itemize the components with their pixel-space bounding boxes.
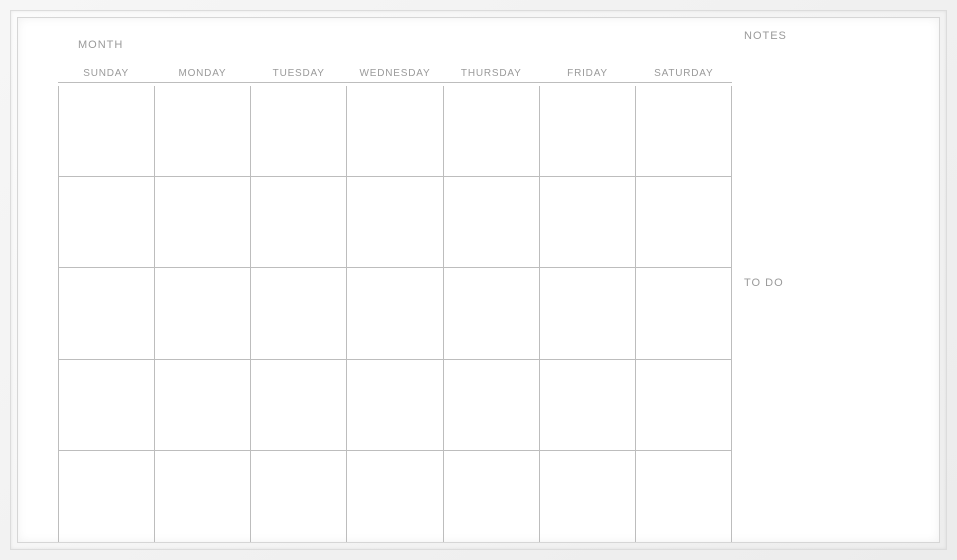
calendar-cell[interactable] [251,177,347,268]
calendar-cell[interactable] [155,86,251,177]
notes-section[interactable]: NOTES [744,30,939,271]
calendar-cell[interactable] [58,177,155,268]
calendar-cell[interactable] [444,451,540,542]
todo-section[interactable]: TO DO [744,271,939,542]
calendar-cell[interactable] [347,86,443,177]
whiteboard-frame-bevel: MONTH SUNDAY MONDAY TUESDAY WEDNESDAY TH… [10,10,947,550]
day-header-friday: FRIDAY [539,68,635,83]
calendar-cell[interactable] [155,360,251,451]
day-header-thursday: THURSDAY [443,68,539,83]
whiteboard-surface[interactable]: MONTH SUNDAY MONDAY TUESDAY WEDNESDAY TH… [17,17,940,543]
calendar-cell[interactable] [347,360,443,451]
calendar-cell[interactable] [155,177,251,268]
sidebar-area: NOTES TO DO [732,18,939,542]
calendar-weeks [58,86,732,542]
calendar-area: MONTH SUNDAY MONDAY TUESDAY WEDNESDAY TH… [18,18,732,542]
calendar-grid: SUNDAY MONDAY TUESDAY WEDNESDAY THURSDAY… [18,64,732,542]
day-header-saturday: SATURDAY [636,68,732,83]
calendar-cell[interactable] [636,86,732,177]
week-row [58,86,732,177]
calendar-cell[interactable] [251,451,347,542]
calendar-cell[interactable] [347,451,443,542]
calendar-cell[interactable] [540,177,636,268]
day-header-row: SUNDAY MONDAY TUESDAY WEDNESDAY THURSDAY… [58,64,732,86]
notes-label: NOTES [744,30,939,42]
calendar-cell[interactable] [444,360,540,451]
calendar-cell[interactable] [58,86,155,177]
calendar-cell[interactable] [444,86,540,177]
week-row [58,177,732,268]
calendar-cell[interactable] [444,268,540,359]
calendar-cell[interactable] [540,268,636,359]
day-header-wednesday: WEDNESDAY [347,68,443,83]
calendar-cell[interactable] [636,268,732,359]
calendar-cell[interactable] [636,451,732,542]
calendar-cell[interactable] [540,451,636,542]
week-row [58,360,732,451]
calendar-cell[interactable] [155,451,251,542]
week-row [58,268,732,359]
calendar-cell[interactable] [636,360,732,451]
calendar-cell[interactable] [347,177,443,268]
calendar-cell[interactable] [347,268,443,359]
calendar-cell[interactable] [444,177,540,268]
calendar-cell[interactable] [251,360,347,451]
calendar-cell[interactable] [58,451,155,542]
month-label: MONTH [18,26,732,64]
calendar-cell[interactable] [636,177,732,268]
calendar-cell[interactable] [58,268,155,359]
day-header-sunday: SUNDAY [58,68,154,83]
calendar-cell[interactable] [251,268,347,359]
calendar-cell[interactable] [540,86,636,177]
calendar-cell[interactable] [540,360,636,451]
calendar-cell[interactable] [155,268,251,359]
calendar-cell[interactable] [58,360,155,451]
day-header-tuesday: TUESDAY [251,68,347,83]
calendar-cell[interactable] [251,86,347,177]
todo-label: TO DO [744,277,939,289]
week-row [58,451,732,542]
day-header-monday: MONDAY [154,68,250,83]
whiteboard-frame-outer: MONTH SUNDAY MONDAY TUESDAY WEDNESDAY TH… [0,0,957,560]
